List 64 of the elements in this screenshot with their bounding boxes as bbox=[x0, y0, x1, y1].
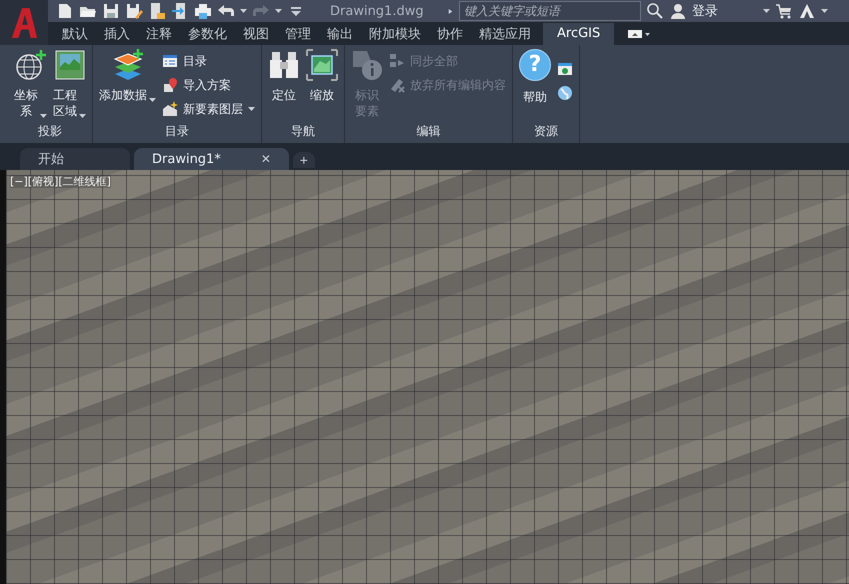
identify-info-icon bbox=[351, 49, 383, 81]
caret-icon bbox=[40, 114, 47, 119]
document-tab[interactable]: 开始 bbox=[20, 148, 130, 170]
ribbon-button[interactable]: 坐标 系 bbox=[14, 49, 47, 123]
ribbon-button: 放弃所有编辑内容 bbox=[389, 75, 506, 95]
viewport-controls-label[interactable]: [−][俯视][二维线框] bbox=[10, 175, 111, 188]
ribbon-tab[interactable]: 参数化 bbox=[180, 23, 235, 45]
close-icon[interactable]: ✕ bbox=[260, 152, 271, 166]
globe-icon[interactable] bbox=[557, 85, 573, 101]
sign-in-link[interactable]: 登录 bbox=[692, 2, 718, 20]
layers-plus-icon bbox=[112, 49, 144, 81]
ribbon-tab[interactable]: 视图 bbox=[235, 23, 277, 45]
new-file-icon[interactable] bbox=[56, 2, 74, 20]
ribbon-button[interactable]: 导入方案 bbox=[162, 75, 255, 95]
save-icon[interactable] bbox=[102, 2, 120, 20]
user-icon[interactable] bbox=[669, 2, 687, 20]
ribbon-tab[interactable]: 精选应用 bbox=[471, 23, 539, 45]
save-as-icon[interactable] bbox=[125, 2, 143, 20]
layer-star-icon bbox=[162, 101, 178, 117]
panel-title: 资源 bbox=[533, 123, 559, 140]
minimize-ribbon-icon[interactable] bbox=[628, 29, 650, 39]
ribbon-tab[interactable]: 插入 bbox=[96, 23, 138, 45]
ribbon-button[interactable]: 定位 bbox=[268, 49, 300, 123]
document-title: Drawing1.dwg bbox=[330, 4, 425, 18]
panel-title: 目录 bbox=[164, 123, 190, 140]
expand-arrow-icon[interactable] bbox=[447, 8, 454, 14]
caret-icon bbox=[149, 98, 156, 103]
new-tab-button[interactable]: + bbox=[292, 152, 315, 168]
binoculars-icon bbox=[268, 49, 300, 81]
caret-icon bbox=[821, 8, 828, 14]
ribbon-button[interactable]: 工程 区域 bbox=[53, 49, 86, 123]
map-frame-icon bbox=[54, 49, 86, 81]
panel-title: 编辑 bbox=[416, 123, 442, 140]
panel-title: 导航 bbox=[290, 123, 316, 140]
ribbon-tab[interactable]: ArcGIS bbox=[543, 23, 614, 45]
zoom-extents-map-icon bbox=[306, 49, 338, 81]
ribbon-button[interactable]: 目录 bbox=[162, 51, 255, 71]
tablet-folder-icon[interactable] bbox=[148, 2, 166, 20]
ribbon-tab[interactable]: 协作 bbox=[429, 23, 471, 45]
ribbon-button[interactable]: 新要素图层 bbox=[162, 99, 255, 119]
globe-plus-icon bbox=[14, 49, 46, 81]
search-field[interactable]: 键入关键字或短语 bbox=[459, 1, 641, 21]
ribbon-tab[interactable]: 输出 bbox=[319, 23, 361, 45]
ribbon-button[interactable]: 缩放 bbox=[306, 49, 338, 123]
caret-icon bbox=[763, 8, 770, 14]
ribbon-button[interactable]: 添加数据 bbox=[99, 49, 156, 123]
caret-icon bbox=[275, 8, 282, 14]
ribbon-button: 标识 要素 bbox=[351, 49, 383, 123]
document-tab[interactable]: Drawing1* ✕ bbox=[134, 148, 289, 170]
search-icon[interactable] bbox=[646, 2, 664, 20]
help-button[interactable]: ? 帮助 bbox=[519, 49, 551, 123]
list-icon bbox=[162, 53, 178, 69]
ribbon-tab[interactable]: 注释 bbox=[138, 23, 180, 45]
ribbon-tab[interactable]: 附加模块 bbox=[361, 23, 429, 45]
ribbon-tab[interactable]: 管理 bbox=[277, 23, 319, 45]
browser-window-icon[interactable] bbox=[557, 61, 573, 77]
caret-icon bbox=[79, 114, 86, 119]
ribbon-tab[interactable]: 默认 bbox=[54, 23, 96, 45]
printer-icon[interactable] bbox=[194, 2, 212, 20]
panel-title: 投影 bbox=[37, 123, 63, 140]
cart-icon[interactable] bbox=[775, 2, 793, 20]
caret-icon bbox=[248, 106, 255, 112]
caret-icon bbox=[240, 8, 247, 14]
ribbon-button: 同步全部 bbox=[389, 51, 506, 71]
